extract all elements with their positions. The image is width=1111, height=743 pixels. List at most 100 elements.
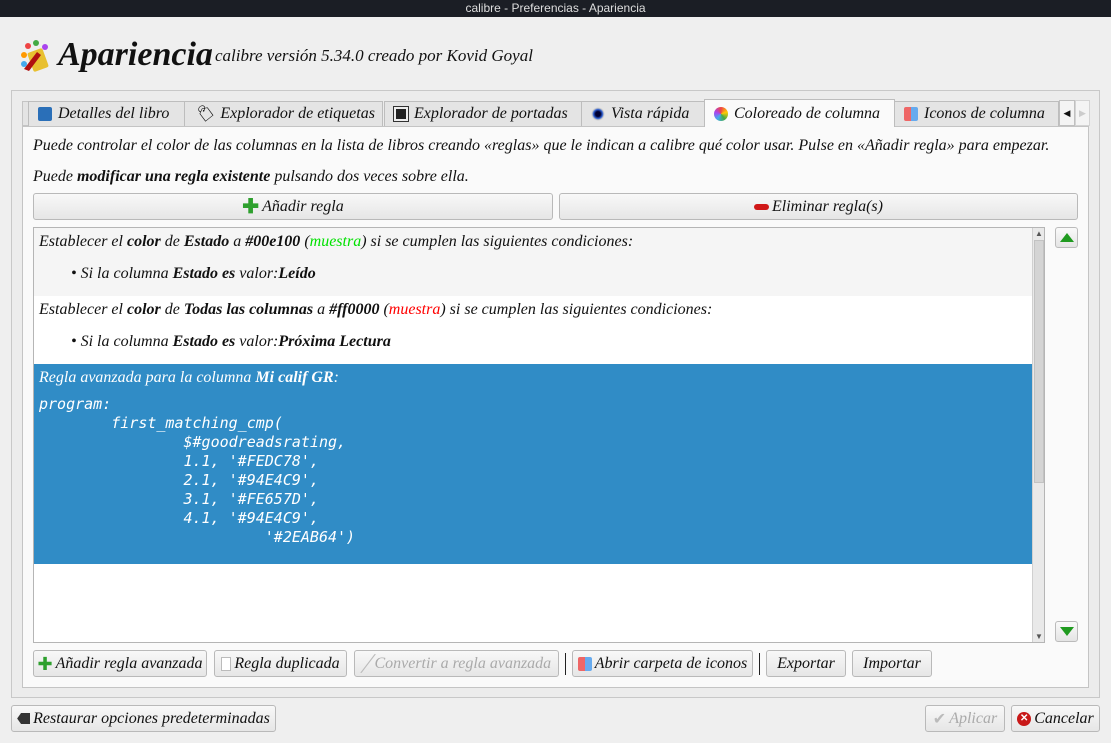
tab-detalles-del-libro[interactable]: Detalles del libro — [28, 101, 185, 126]
rule-column: Todas las columnas — [183, 301, 314, 318]
hint-text: Puede — [33, 168, 77, 185]
t: color — [126, 301, 161, 318]
advanced-rule-item-selected[interactable]: Regla avanzada para la columna Mi calif … — [34, 364, 1033, 564]
condition-value: Próxima Lectura — [278, 333, 391, 350]
tab-coloreado-de-columna[interactable]: Coloreado de columna — [704, 99, 895, 127]
export-button[interactable]: Exportar — [766, 650, 846, 677]
duplicate-rule-button[interactable]: Regla duplicada — [214, 650, 347, 677]
rule-item[interactable]: Establecer el color de Todas las columna… — [34, 296, 1033, 364]
clear-icon — [17, 713, 31, 724]
page-subtitle: calibre versión 5.34.0 creado por Kovid … — [215, 46, 533, 65]
tab-label: Vista rápida — [611, 105, 690, 122]
intro-hint: Puede modificar una regla existente puls… — [33, 168, 469, 186]
hint-bold: modificar una regla existente — [76, 168, 271, 185]
rules-list[interactable]: Establecer el color de Estado a #00e100 … — [33, 227, 1045, 643]
separator — [565, 653, 566, 675]
separator — [759, 653, 760, 675]
rule-column: Mi calif GR — [255, 369, 334, 386]
vertical-scrollbar[interactable]: ▲ ▼ — [1032, 228, 1044, 642]
color-sample: muestra — [309, 233, 362, 250]
button-label: Importar — [863, 654, 921, 672]
tab-explorador-de-portadas[interactable]: Explorador de portadas — [384, 101, 582, 126]
move-rule-up-button[interactable] — [1055, 227, 1078, 248]
t: color — [126, 233, 161, 250]
button-label: Regla duplicada — [234, 654, 340, 672]
button-label: Añadir regla avanzada — [55, 654, 203, 672]
tab-vista-rapida[interactable]: Vista rápida — [581, 101, 705, 126]
rule-column: Estado — [183, 233, 230, 250]
tag-icon: 🏷 — [194, 106, 215, 123]
tab-label: Iconos de columna — [924, 105, 1045, 122]
add-advanced-rule-button[interactable]: ✚ Añadir regla avanzada — [33, 650, 207, 677]
button-label: Convertir a regla avanzada — [374, 654, 552, 672]
intro-text: Puede controlar el color de las columnas… — [33, 137, 1050, 154]
convert-advanced-rule-button[interactable]: ╱ Convertir a regla avanzada — [354, 650, 559, 677]
t: Si la columna — [80, 265, 173, 282]
button-label: Eliminar regla(s) — [772, 197, 883, 215]
button-label: Añadir regla — [262, 197, 344, 215]
t: Establecer el — [39, 301, 127, 318]
arrow-up-icon — [1059, 233, 1074, 242]
arrow-down-icon — [1059, 627, 1074, 636]
scroll-down-arrow[interactable]: ▼ — [1035, 632, 1043, 641]
t: valor: — [235, 333, 279, 350]
tab-label: Explorador de etiquetas — [220, 105, 375, 122]
rule-color-hex: #00e100 — [245, 233, 301, 250]
color-sample: muestra — [388, 301, 441, 318]
button-label: Abrir carpeta de iconos — [594, 654, 748, 672]
minus-icon — [754, 203, 770, 210]
t: de — [160, 301, 184, 318]
rule-color-hex: #ff0000 — [329, 301, 380, 318]
t: si se cumplen las siguientes condiciones… — [366, 233, 634, 250]
t: de — [160, 233, 184, 250]
icons-icon — [577, 656, 592, 671]
button-label: Cancelar — [1034, 709, 1094, 727]
plus-icon: ✚ — [242, 195, 260, 218]
import-button[interactable]: Importar — [852, 650, 932, 677]
t: a — [229, 233, 246, 250]
tab-iconos-de-columna[interactable]: Iconos de columna — [894, 101, 1059, 126]
hint-text: pulsando dos veces sobre ella. — [270, 168, 469, 185]
tab-scroll-left-button[interactable]: ◀ — [1059, 100, 1075, 126]
check-icon: ✔ — [932, 710, 947, 728]
t: a — [313, 301, 330, 318]
condition-value: Leído — [278, 265, 316, 282]
button-label: Restaurar opciones predeterminadas — [33, 709, 270, 727]
t: Regla avanzada para la columna — [39, 369, 256, 386]
rule-item[interactable]: Establecer el color de Estado a #00e100 … — [34, 228, 1033, 296]
t: Estado es — [172, 333, 236, 350]
tab-explorador-de-etiquetas[interactable]: 🏷 Explorador de etiquetas — [184, 101, 383, 126]
cancel-button[interactable]: ✕ Cancelar — [1011, 705, 1100, 732]
tab-label: Explorador de portadas — [414, 105, 568, 122]
move-rule-down-button[interactable] — [1055, 621, 1078, 642]
t: valor: — [235, 265, 279, 282]
pencil-icon: ╱ — [361, 655, 372, 673]
button-label: Aplicar — [949, 709, 998, 727]
scroll-up-arrow[interactable]: ▲ — [1035, 229, 1043, 238]
plus-icon: ✚ — [37, 653, 53, 674]
apply-button[interactable]: ✔ Aplicar — [925, 705, 1005, 732]
tab-scroll-right-button[interactable]: ▶ — [1075, 100, 1090, 126]
page-title: Apariencia — [58, 36, 213, 73]
copy-icon — [221, 656, 232, 671]
window-title-bar: calibre - Preferencias - Apariencia — [0, 0, 1111, 17]
tab-label: Detalles del libro — [58, 105, 170, 122]
add-rule-button[interactable]: ✚ Añadir regla — [33, 193, 553, 220]
button-label: Exportar — [777, 654, 835, 672]
open-icons-folder-button[interactable]: Abrir carpeta de iconos — [572, 650, 753, 677]
cover-icon — [393, 106, 409, 122]
eye-icon — [591, 107, 605, 121]
t: si se cumplen las siguientes condiciones… — [445, 301, 713, 318]
rule-program-code: program: first_matching_cmp( $#goodreads… — [39, 395, 356, 546]
tab-label: Coloreado de columna — [734, 104, 881, 122]
t: : — [333, 369, 339, 386]
delete-rule-button[interactable]: Eliminar regla(s) — [559, 193, 1078, 220]
book-icon — [38, 107, 52, 121]
scrollbar-thumb[interactable] — [1034, 240, 1044, 483]
t: Estado es — [172, 265, 236, 282]
cancel-icon: ✕ — [1017, 711, 1032, 726]
restore-defaults-button[interactable]: Restaurar opciones predeterminadas — [11, 705, 276, 732]
icons-icon — [904, 107, 918, 121]
t: Si la columna — [80, 333, 173, 350]
t: Establecer el — [39, 233, 127, 250]
